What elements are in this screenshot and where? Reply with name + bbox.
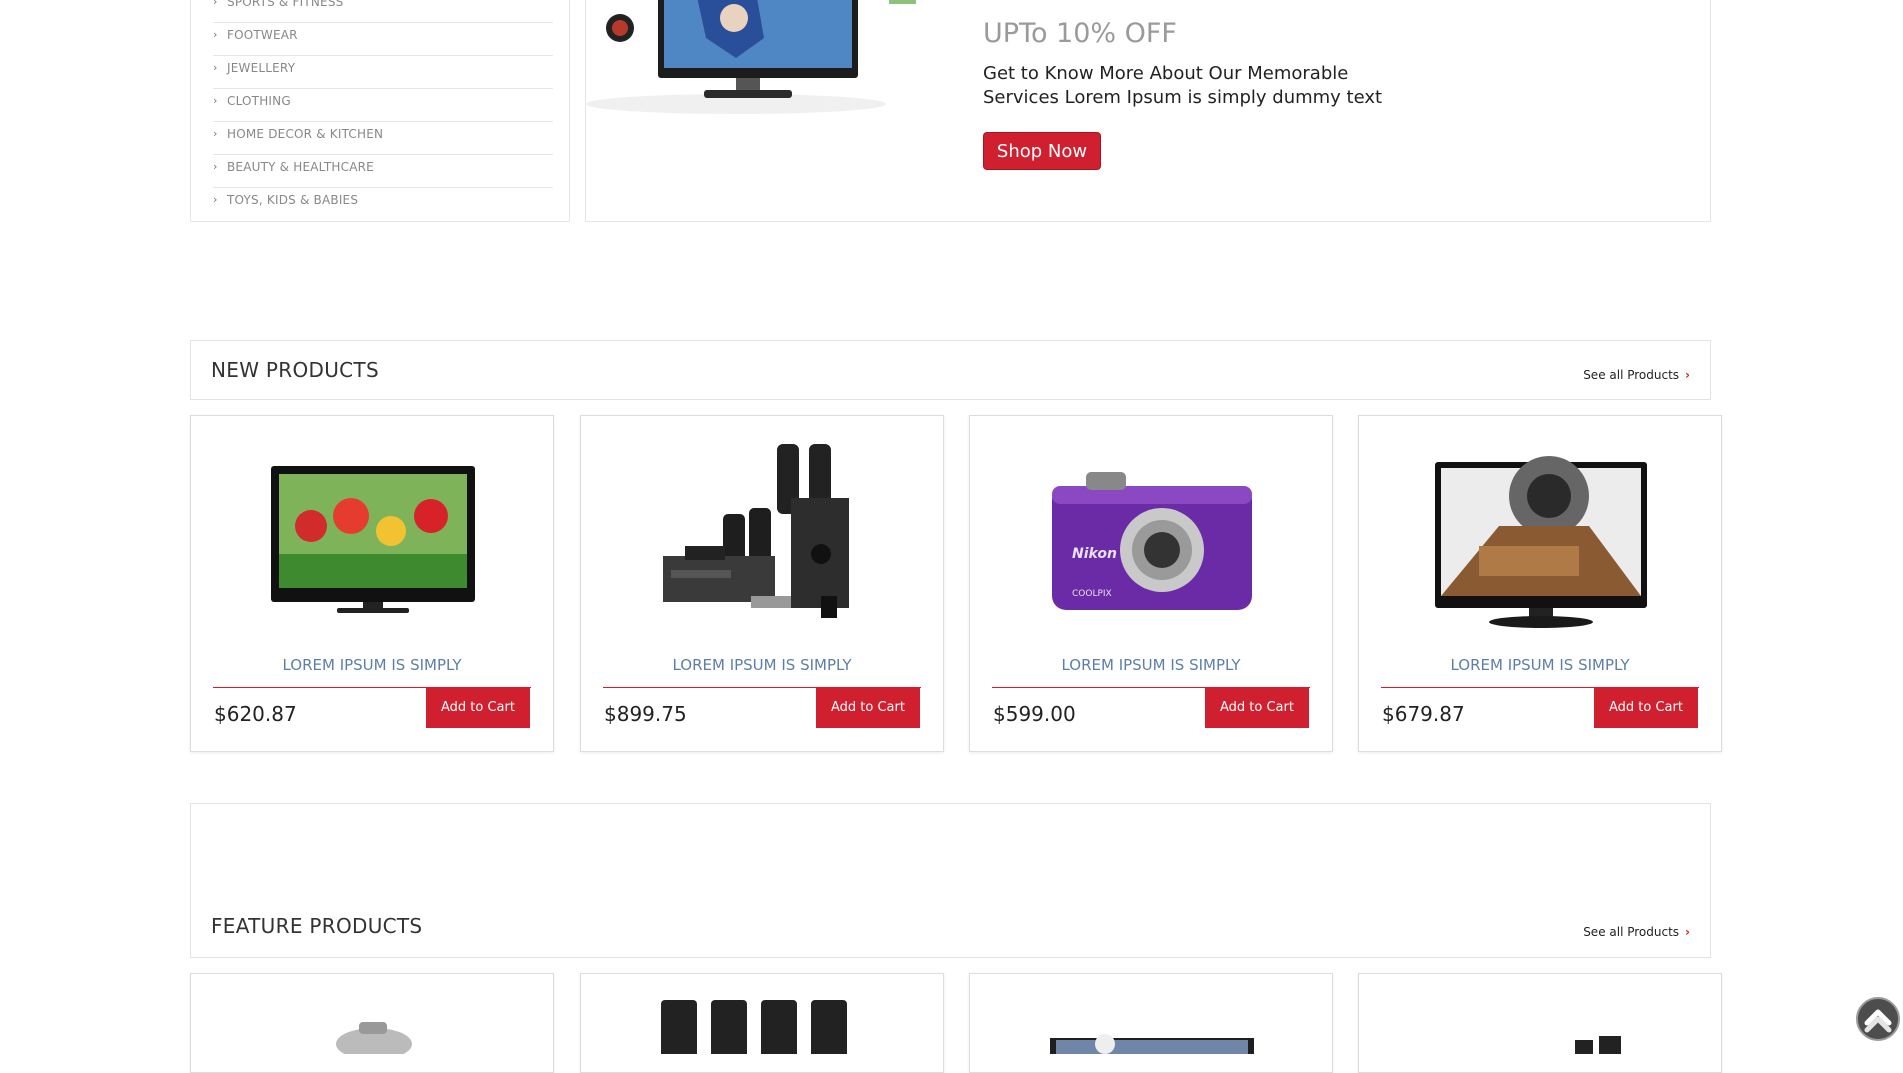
product-price: $599.00 bbox=[993, 702, 1076, 726]
sidebar-item-label: SPORTS & FITNESS bbox=[227, 0, 344, 9]
product-image-home-theater[interactable] bbox=[641, 436, 885, 636]
product-name[interactable]: LOREM IPSUM IS SIMPLY bbox=[1359, 656, 1721, 674]
product-image-tv[interactable] bbox=[1419, 436, 1663, 636]
sidebar-item-jewellery[interactable]: › JEWELLERY bbox=[213, 55, 553, 89]
see-all-products-link[interactable]: See all Products › bbox=[1583, 925, 1690, 939]
chevron-right-icon: › bbox=[1685, 925, 1690, 939]
product-image-camera[interactable]: Nikon COOLPIX bbox=[1030, 436, 1274, 636]
product-price: $899.75 bbox=[604, 702, 687, 726]
product-image bbox=[1050, 1034, 1254, 1058]
product-card[interactable]: Nikon COOLPIX LOREM IPSUM IS SIMPLY $599… bbox=[969, 415, 1333, 752]
feature-products-header: FEATURE PRODUCTS See all Products › bbox=[190, 803, 1711, 958]
add-to-cart-button[interactable]: Add to Cart bbox=[426, 688, 530, 728]
sidebar-item-beauty[interactable]: › BEAUTY & HEALTHCARE bbox=[213, 154, 553, 188]
product-image-tv[interactable] bbox=[251, 436, 495, 636]
chevron-right-icon: › bbox=[213, 127, 218, 140]
sidebar-item-label: CLOTHING bbox=[227, 94, 291, 108]
section-title: FEATURE PRODUCTS bbox=[211, 914, 423, 938]
shop-now-button[interactable]: Shop Now bbox=[983, 132, 1101, 170]
product-name[interactable]: LOREM IPSUM IS SIMPLY bbox=[970, 656, 1332, 674]
promo-description: Get to Know More About Our Memorable Ser… bbox=[983, 63, 1383, 108]
promo-title: UPTo 10% OFF bbox=[983, 18, 1177, 49]
product-card[interactable]: LOREM IPSUM IS SIMPLY $620.87 Add to Car… bbox=[190, 415, 554, 752]
promo-banner: UPTo 10% OFF Get to Know More About Our … bbox=[585, 0, 1711, 222]
product-name[interactable]: LOREM IPSUM IS SIMPLY bbox=[191, 656, 553, 674]
see-all-label: See all Products bbox=[1583, 925, 1680, 939]
product-name[interactable]: LOREM IPSUM IS SIMPLY bbox=[581, 656, 943, 674]
chevron-right-icon: › bbox=[213, 61, 218, 74]
chevron-right-icon: › bbox=[213, 160, 218, 173]
category-sidebar: › SPORTS & FITNESS › FOOTWEAR › JEWELLER… bbox=[190, 0, 570, 222]
sidebar-item-home-decor[interactable]: › HOME DECOR & KITCHEN bbox=[213, 121, 553, 155]
chevron-right-icon: › bbox=[213, 28, 218, 41]
add-to-cart-button[interactable]: Add to Cart bbox=[1594, 688, 1698, 728]
product-image bbox=[336, 1022, 412, 1060]
sidebar-item-sports-fitness[interactable]: › SPORTS & FITNESS bbox=[213, 0, 553, 23]
sidebar-item-footwear[interactable]: › FOOTWEAR bbox=[213, 22, 553, 56]
tv-banner-image bbox=[586, 0, 916, 114]
new-products-header: NEW PRODUCTS See all Products › bbox=[190, 340, 1711, 400]
sidebar-item-label: TOYS, KIDS & BABIES bbox=[227, 193, 359, 207]
sidebar-item-toys[interactable]: › TOYS, KIDS & BABIES bbox=[213, 187, 553, 220]
product-image bbox=[1575, 1036, 1621, 1060]
sidebar-item-label: JEWELLERY bbox=[227, 61, 296, 75]
feature-product-card[interactable] bbox=[190, 973, 554, 1073]
add-to-cart-button[interactable]: Add to Cart bbox=[1205, 688, 1309, 728]
chevron-right-icon: › bbox=[213, 193, 218, 206]
scroll-to-top-button[interactable] bbox=[1856, 997, 1900, 1041]
product-price: $679.87 bbox=[1382, 702, 1465, 726]
product-card[interactable]: LOREM IPSUM IS SIMPLY $679.87 Add to Car… bbox=[1358, 415, 1722, 752]
sidebar-item-label: FOOTWEAR bbox=[227, 28, 298, 42]
add-to-cart-button[interactable]: Add to Cart bbox=[816, 688, 920, 728]
feature-product-card[interactable] bbox=[969, 973, 1333, 1073]
product-price: $620.87 bbox=[214, 702, 297, 726]
section-title: NEW PRODUCTS bbox=[211, 358, 379, 382]
see-all-products-link[interactable]: See all Products › bbox=[1583, 368, 1690, 382]
sidebar-item-label: BEAUTY & HEALTHCARE bbox=[227, 160, 374, 174]
feature-product-card[interactable] bbox=[1358, 973, 1722, 1073]
chevron-right-icon: › bbox=[213, 0, 218, 8]
sidebar-item-label: HOME DECOR & KITCHEN bbox=[227, 127, 384, 141]
feature-product-card[interactable] bbox=[580, 973, 944, 1073]
svg-text:Nikon: Nikon bbox=[1072, 546, 1117, 562]
chevron-right-icon: › bbox=[1685, 368, 1690, 382]
product-card[interactable]: LOREM IPSUM IS SIMPLY $899.75 Add to Car… bbox=[580, 415, 944, 752]
svg-text:COOLPIX: COOLPIX bbox=[1072, 589, 1112, 599]
sidebar-item-clothing[interactable]: › CLOTHING bbox=[213, 88, 553, 122]
chevron-up-icon bbox=[1864, 1009, 1892, 1033]
chevron-right-icon: › bbox=[213, 94, 218, 107]
see-all-label: See all Products bbox=[1583, 368, 1680, 382]
product-image bbox=[661, 1000, 847, 1060]
